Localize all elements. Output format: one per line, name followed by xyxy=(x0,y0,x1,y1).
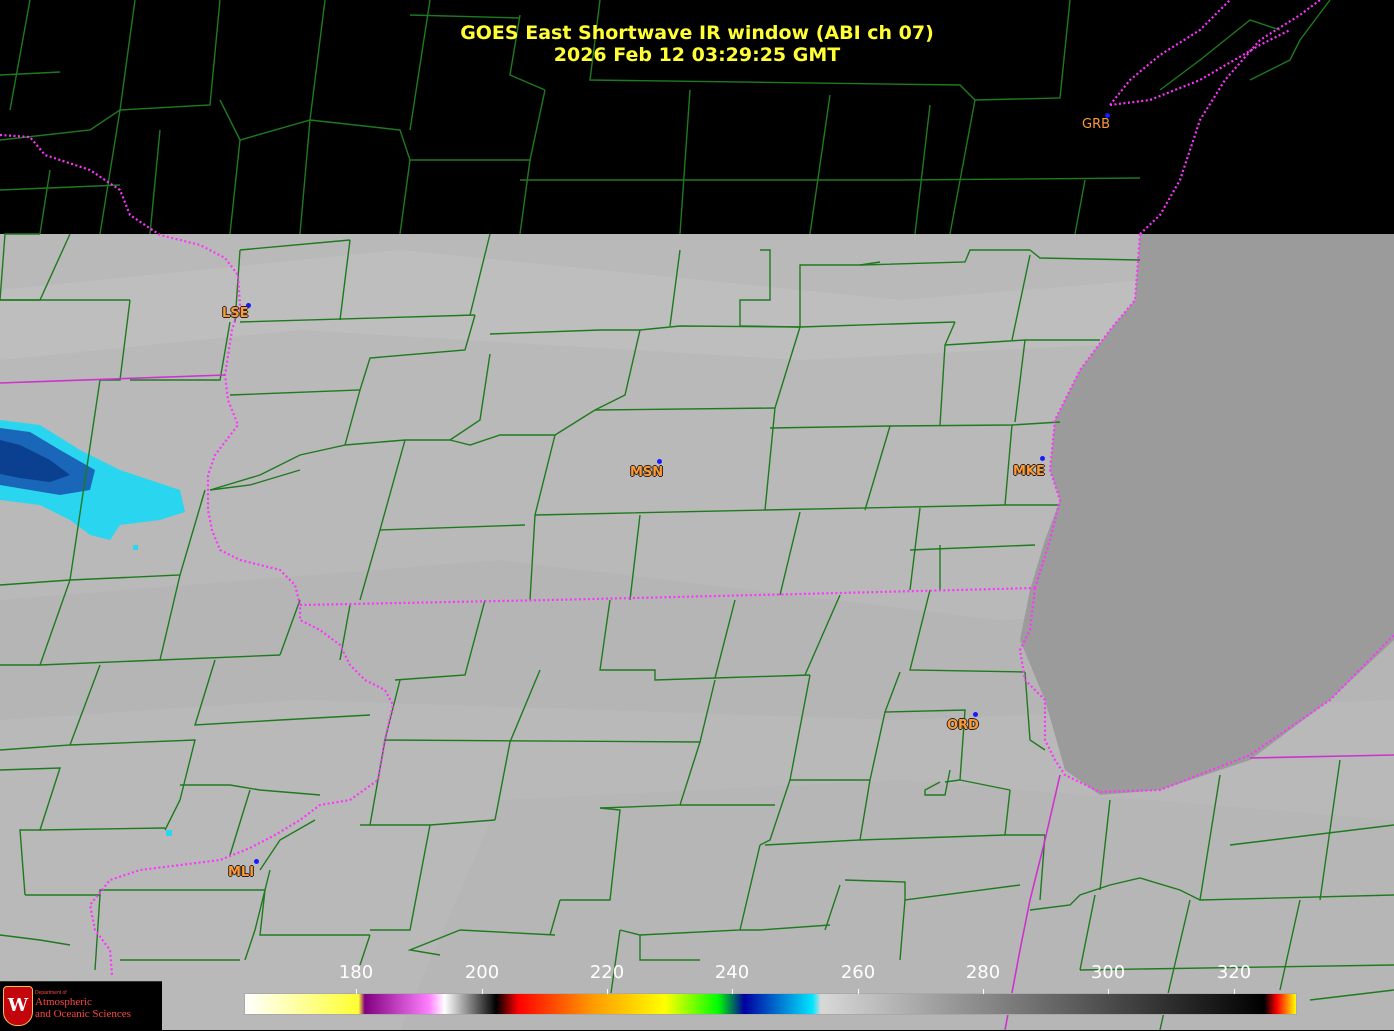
colorbar-tick-320: 320 xyxy=(1216,962,1252,983)
station-label-lse: LSE xyxy=(222,306,249,321)
logo-name-line1: Atmospheric xyxy=(35,996,92,1008)
colorbar-tickmark xyxy=(482,989,483,994)
station-dot-mke xyxy=(1040,456,1045,461)
station-label-mli: MLI xyxy=(228,865,255,880)
map-title-line1: GOES East Shortwave IR window (ABI ch 07… xyxy=(460,22,934,44)
aos-logo: W Department of Atmospheric and Oceanic … xyxy=(0,981,162,1031)
logo-name-text: Atmospheric and Oceanic Sciences xyxy=(35,996,131,1020)
temperature-colorbar xyxy=(244,993,1297,1015)
station-label-mke: MKE xyxy=(1013,464,1045,479)
colorbar-tick-260: 260 xyxy=(840,962,876,983)
station-label-msn: MSN xyxy=(630,465,664,480)
logo-name-line2: and Oceanic Sciences xyxy=(35,1008,131,1020)
colorbar-tickmark xyxy=(983,989,984,994)
station-label-grb: GRB xyxy=(1082,117,1111,132)
colorbar-tickmark xyxy=(356,989,357,994)
uw-crest-icon: W xyxy=(3,986,33,1026)
colorbar-tickmark xyxy=(858,989,859,994)
colorbar-tickmark xyxy=(1234,989,1235,994)
colorbar-tickmark xyxy=(732,989,733,994)
colorbar-tick-280: 280 xyxy=(965,962,1001,983)
colorbar-tickmark xyxy=(607,989,608,994)
satellite-map xyxy=(0,0,1394,1030)
station-dot-ord xyxy=(973,712,978,717)
colorbar-tick-200: 200 xyxy=(464,962,500,983)
colorbar-tick-300: 300 xyxy=(1090,962,1126,983)
colorbar-tickmark xyxy=(1108,989,1109,994)
colorbar-tick-240: 240 xyxy=(714,962,750,983)
station-dot-mli xyxy=(254,859,259,864)
colorbar-tick-180: 180 xyxy=(338,962,374,983)
station-dot-msn xyxy=(657,459,662,464)
map-title-line2: 2026 Feb 12 03:29:25 GMT xyxy=(553,44,841,66)
station-label-ord: ORD xyxy=(947,718,979,733)
colorbar-tick-220: 220 xyxy=(589,962,625,983)
